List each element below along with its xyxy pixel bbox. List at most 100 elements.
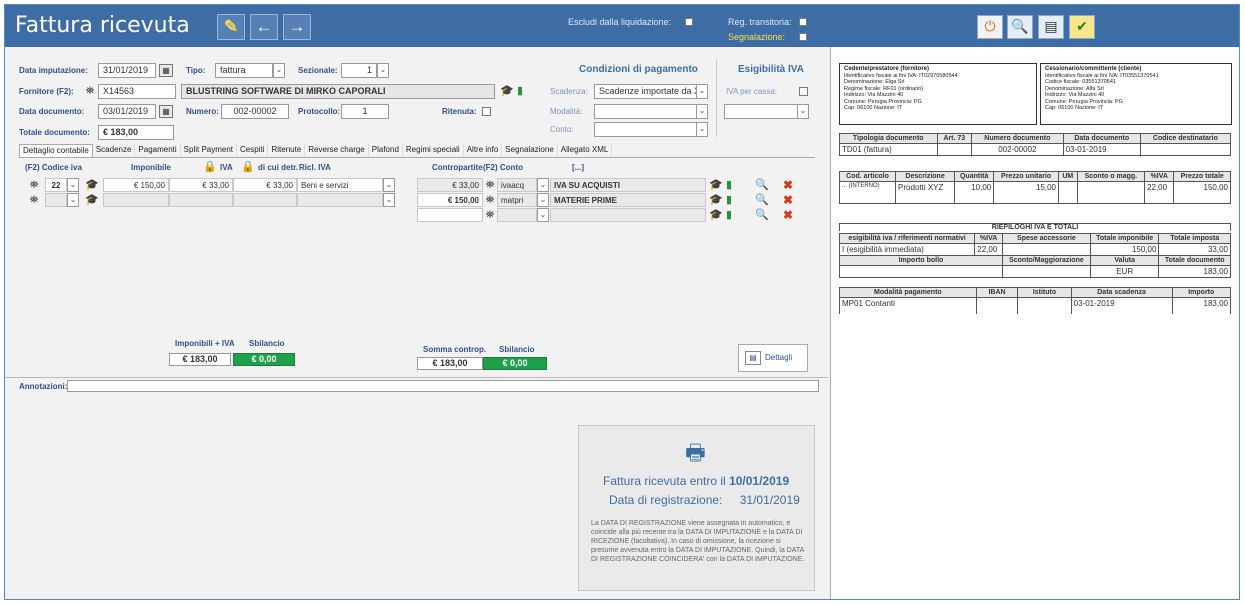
book-icon[interactable]: ▮ (722, 178, 736, 192)
modalita-select[interactable] (594, 104, 698, 119)
calendar-icon[interactable]: ▦ (159, 64, 173, 77)
book-icon[interactable]: ▮ (513, 84, 527, 98)
binoculars-icon[interactable]: ⛯ (483, 193, 497, 207)
chevron-down-icon[interactable]: ⌄ (537, 193, 549, 207)
somma-controp-label: Somma controp. (423, 345, 487, 354)
codice-iva-cell[interactable]: 22 (45, 178, 67, 192)
tab-dettaglio-contabile[interactable]: Dettaglio contabile (19, 144, 93, 158)
chevron-down-icon[interactable]: ⌄ (383, 193, 395, 207)
imponibile-cell[interactable]: € 150,00 (103, 178, 169, 192)
lock-icon[interactable]: 🔒 (203, 160, 217, 174)
ricl-iva-cell[interactable]: Beni e servizi (297, 178, 383, 192)
tab-altre-info[interactable]: Altre info (464, 144, 503, 158)
tab-ritenute[interactable]: Ritenute (268, 144, 306, 158)
search-icon[interactable]: 🔍 (755, 193, 769, 207)
chevron-down-icon[interactable]: ⌄ (383, 178, 395, 192)
check-icon[interactable]: ✔ (1069, 15, 1095, 39)
divider (5, 377, 828, 378)
data-imputazione-input[interactable]: 31/01/2019 (98, 63, 156, 78)
tab-allegato-xml[interactable]: Allegato XML (558, 144, 613, 158)
tab-segnalazione[interactable]: Segnalazione (502, 144, 558, 158)
book-icon[interactable]: ▮ (722, 208, 736, 222)
power-icon[interactable]: ⏻ (977, 15, 1003, 39)
chevron-down-icon[interactable]: ⌄ (696, 104, 708, 119)
chevron-down-icon[interactable]: ⌄ (273, 63, 285, 78)
chevron-down-icon[interactable]: ⌄ (696, 84, 708, 99)
tab-pagamenti[interactable]: Pagamenti (135, 144, 181, 158)
hat-icon[interactable]: 🎓 (85, 193, 99, 207)
chevron-down-icon[interactable]: ⌄ (537, 208, 549, 222)
chevron-down-icon[interactable]: ⌄ (377, 63, 389, 78)
conto-select[interactable] (594, 122, 698, 137)
binoculars-icon[interactable]: ⛯ (27, 193, 41, 207)
scadenza-select[interactable]: Scadenze importate da XML (594, 84, 698, 99)
col-codice-iva: (F2) Codice iva (25, 163, 82, 172)
iva-cassa-checkbox[interactable] (799, 87, 808, 96)
contro-conto-cell[interactable] (497, 208, 537, 222)
contro-conto-cell[interactable]: ivaacq (497, 178, 537, 192)
tab-reverse-charge[interactable]: Reverse charge (305, 144, 369, 158)
hat-icon[interactable]: 🎓 (709, 208, 723, 222)
protocollo-input[interactable]: 1 (341, 104, 389, 119)
cessionario-box: Cessionario/committente (cliente) Identi… (1040, 63, 1232, 125)
dettagli-button[interactable]: ▤ Dettagli (738, 344, 808, 372)
tab-cespiti[interactable]: Cespiti (237, 144, 269, 158)
chevron-down-icon[interactable]: ⌄ (67, 193, 79, 207)
tab-plafond[interactable]: Plafond (369, 144, 403, 158)
detr-cell[interactable]: € 33,00 (233, 178, 297, 192)
iva-cell[interactable] (169, 193, 233, 207)
ricl-iva-cell[interactable] (297, 193, 383, 207)
modalita-label: Modalità: (550, 107, 583, 116)
binoculars-icon[interactable]: ⛯ (27, 178, 41, 192)
reg-transitoria-checkbox[interactable] (799, 18, 807, 26)
tab-scadenze[interactable]: Scadenze (93, 144, 136, 158)
data-documento-input[interactable]: 03/01/2019 (98, 104, 156, 119)
ritenuta-checkbox[interactable] (482, 107, 491, 116)
imponibile-cell[interactable] (103, 193, 169, 207)
fornitore-code-input[interactable]: X14563 (98, 84, 176, 99)
codice-iva-cell[interactable] (45, 193, 67, 207)
sbilancio-label: Sbilancio (249, 339, 285, 348)
escludi-checkbox[interactable] (685, 18, 693, 26)
delete-icon[interactable]: ✖ (781, 193, 795, 207)
search-icon[interactable]: 🔍 (755, 178, 769, 192)
hat-icon[interactable]: 🎓 (500, 84, 514, 98)
zoom-icon[interactable]: 🔍 (1007, 15, 1033, 39)
delete-icon[interactable]: ✖ (781, 178, 795, 192)
back-arrow-icon[interactable]: ← (250, 14, 278, 40)
detr-cell[interactable] (233, 193, 297, 207)
numero-input[interactable]: 002-00002 (221, 104, 289, 119)
hat-icon[interactable]: 🎓 (709, 178, 723, 192)
sezionale-input[interactable]: 1 (341, 63, 377, 78)
data-documento-label: Data documento: (19, 107, 85, 116)
delete-icon[interactable]: ✖ (781, 208, 795, 222)
document-icon[interactable]: ▤ (1038, 15, 1064, 39)
tab-regimi-speciali[interactable]: Regimi speciali (403, 144, 464, 158)
chevron-down-icon[interactable]: ⌄ (537, 178, 549, 192)
segnalazione-checkbox[interactable] (799, 33, 807, 41)
chevron-down-icon[interactable]: ⌄ (67, 178, 79, 192)
hat-icon[interactable]: 🎓 (709, 193, 723, 207)
contro-importo-cell[interactable]: € 150,00 (417, 193, 483, 207)
annotazioni-input[interactable] (67, 380, 819, 392)
book-icon[interactable]: ▮ (722, 193, 736, 207)
contro-importo-cell[interactable]: € 33,00 (417, 178, 483, 192)
tipo-select[interactable]: fattura (215, 63, 273, 78)
contro-conto-cell[interactable]: matpri (497, 193, 537, 207)
tab-split-payment[interactable]: Split Payment (181, 144, 238, 158)
hat-icon[interactable]: 🎓 (85, 178, 99, 192)
lock-icon[interactable]: 🔒 (241, 160, 255, 174)
esigibilita-select[interactable] (724, 104, 798, 119)
forward-arrow-icon[interactable]: → (283, 14, 311, 40)
attach-icon[interactable]: ✎ (217, 14, 245, 40)
binoculars-icon[interactable]: ⛯ (483, 208, 497, 222)
contro-importo-cell[interactable] (417, 208, 483, 222)
binoculars-icon[interactable]: ⛯ (483, 178, 497, 192)
iva-cell[interactable]: € 33,00 (169, 178, 233, 192)
binoculars-icon[interactable]: ⛯ (83, 84, 97, 98)
chevron-down-icon[interactable]: ⌄ (696, 122, 708, 137)
calendar-icon[interactable]: ▦ (159, 105, 173, 118)
chevron-down-icon[interactable]: ⌄ (797, 104, 809, 119)
pagamento-table: Modalità pagamento IBAN Istituto Data scade… (839, 287, 1232, 314)
search-icon[interactable]: 🔍 (755, 208, 769, 222)
